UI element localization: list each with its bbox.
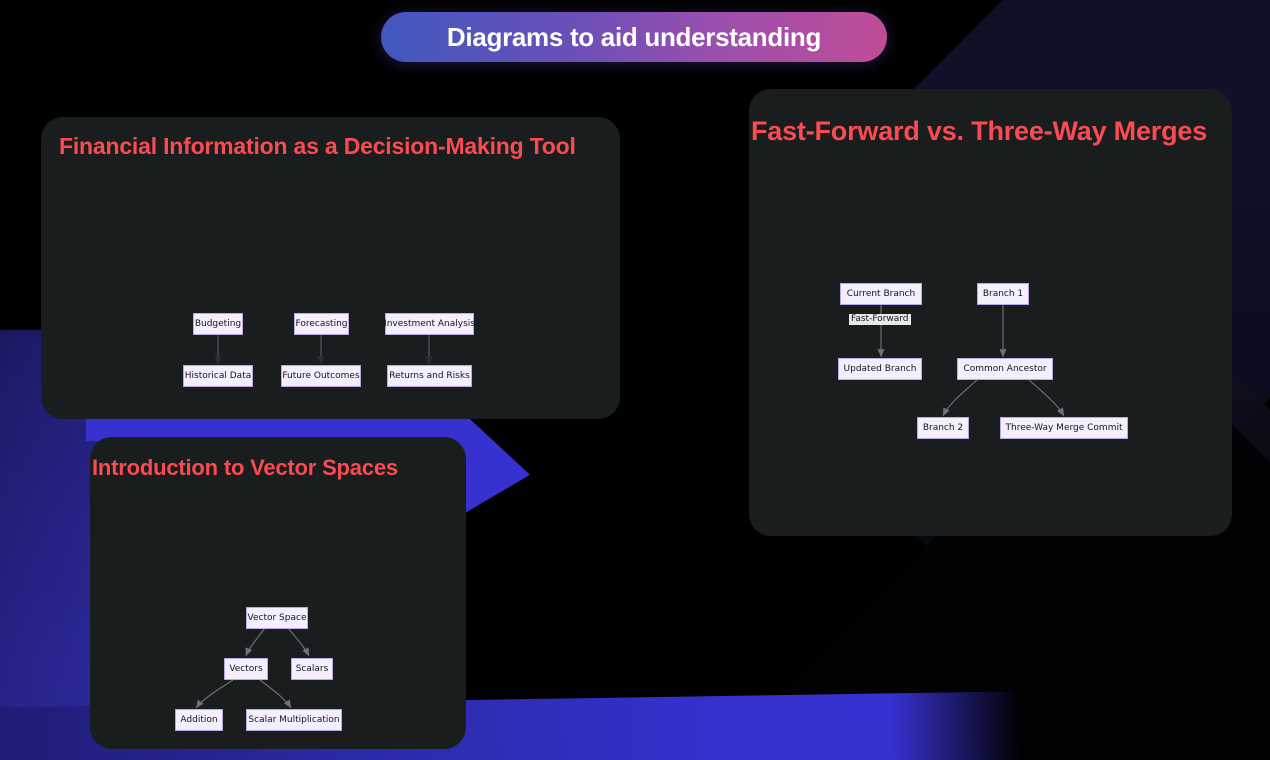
- edge-label-fast-forward: Fast-Forward: [849, 314, 911, 325]
- edge-space-vectors: [245, 627, 266, 657]
- node-label: Forecasting: [295, 318, 348, 329]
- node-label: Addition: [180, 714, 218, 725]
- node-branch-2[interactable]: Branch 2: [917, 417, 969, 439]
- node-updated-branch[interactable]: Updated Branch: [838, 358, 922, 380]
- node-addition[interactable]: Addition: [175, 709, 223, 731]
- slide-canvas: Diagrams to aid understanding Financial …: [0, 0, 1270, 760]
- card-fast-forward-merges[interactable]: Fast-Forward vs. Three-Way Merges Curren…: [749, 89, 1232, 536]
- node-common-ancestor[interactable]: Common Ancestor: [957, 358, 1053, 380]
- edge-vectors-addition: [195, 679, 234, 709]
- card-financial-information[interactable]: Financial Information as a Decision-Maki…: [41, 117, 620, 419]
- node-historical-data[interactable]: Historical Data: [183, 365, 253, 387]
- node-scalar-multiplication[interactable]: Scalar Multiplication: [246, 709, 342, 731]
- node-label: Branch 1: [982, 288, 1024, 299]
- diagram-vector-spaces: Vector Space Vectors Scalars Addition Sc…: [90, 437, 466, 749]
- node-budgeting[interactable]: Budgeting: [193, 313, 243, 335]
- node-label: Investment Analysis: [384, 318, 475, 329]
- node-branch-1[interactable]: Branch 1: [977, 283, 1029, 305]
- node-label: Updated Branch: [843, 363, 917, 374]
- node-future-outcomes[interactable]: Future Outcomes: [281, 365, 361, 387]
- node-scalars[interactable]: Scalars: [291, 658, 333, 680]
- node-label: Current Branch: [846, 288, 916, 299]
- node-returns-and-risks[interactable]: Returns and Risks: [387, 365, 472, 387]
- node-label: Three-Way Merge Commit: [1005, 422, 1123, 433]
- node-label: Scalars: [295, 663, 329, 674]
- node-label: Common Ancestor: [963, 363, 1047, 374]
- node-label: Historical Data: [184, 370, 252, 381]
- edge-space-scalars: [287, 627, 310, 657]
- node-label: Scalar Multiplication: [248, 714, 340, 725]
- edge-vectors-scalar-multiplication: [259, 679, 292, 709]
- edge-ancestor-threeway: [1028, 379, 1065, 417]
- slide-title: Diagrams to aid understanding: [446, 21, 822, 52]
- card-vector-spaces[interactable]: Introduction to Vector Spaces Vector Spa…: [90, 437, 466, 749]
- node-label: Returns and Risks: [389, 370, 470, 381]
- diagram-fast-forward-merges: Current Branch Fast-Forward Updated Bran…: [749, 89, 1232, 536]
- diagram-edges-merges: [877, 304, 1065, 417]
- node-label: Branch 2: [922, 422, 964, 433]
- diagram-financial-information: Budgeting Historical Data Forecasting Fu…: [41, 117, 620, 419]
- node-label: Future Outcomes: [282, 370, 360, 381]
- node-label: Vector Space: [247, 612, 307, 623]
- node-forecasting[interactable]: Forecasting: [294, 313, 349, 335]
- node-investment-analysis[interactable]: Investment Analysis: [384, 313, 475, 335]
- node-vector-space[interactable]: Vector Space: [246, 607, 308, 629]
- node-label: Vectors: [229, 663, 263, 674]
- diagram-edges-vectors: [195, 627, 310, 709]
- node-current-branch[interactable]: Current Branch: [840, 283, 922, 305]
- edge-ancestor-branch2: [942, 379, 978, 417]
- node-vectors[interactable]: Vectors: [224, 658, 268, 680]
- node-label: Budgeting: [194, 318, 242, 329]
- slide-title-banner: Diagrams to aid understanding: [381, 12, 887, 62]
- node-three-way-merge-commit[interactable]: Three-Way Merge Commit: [1000, 417, 1128, 439]
